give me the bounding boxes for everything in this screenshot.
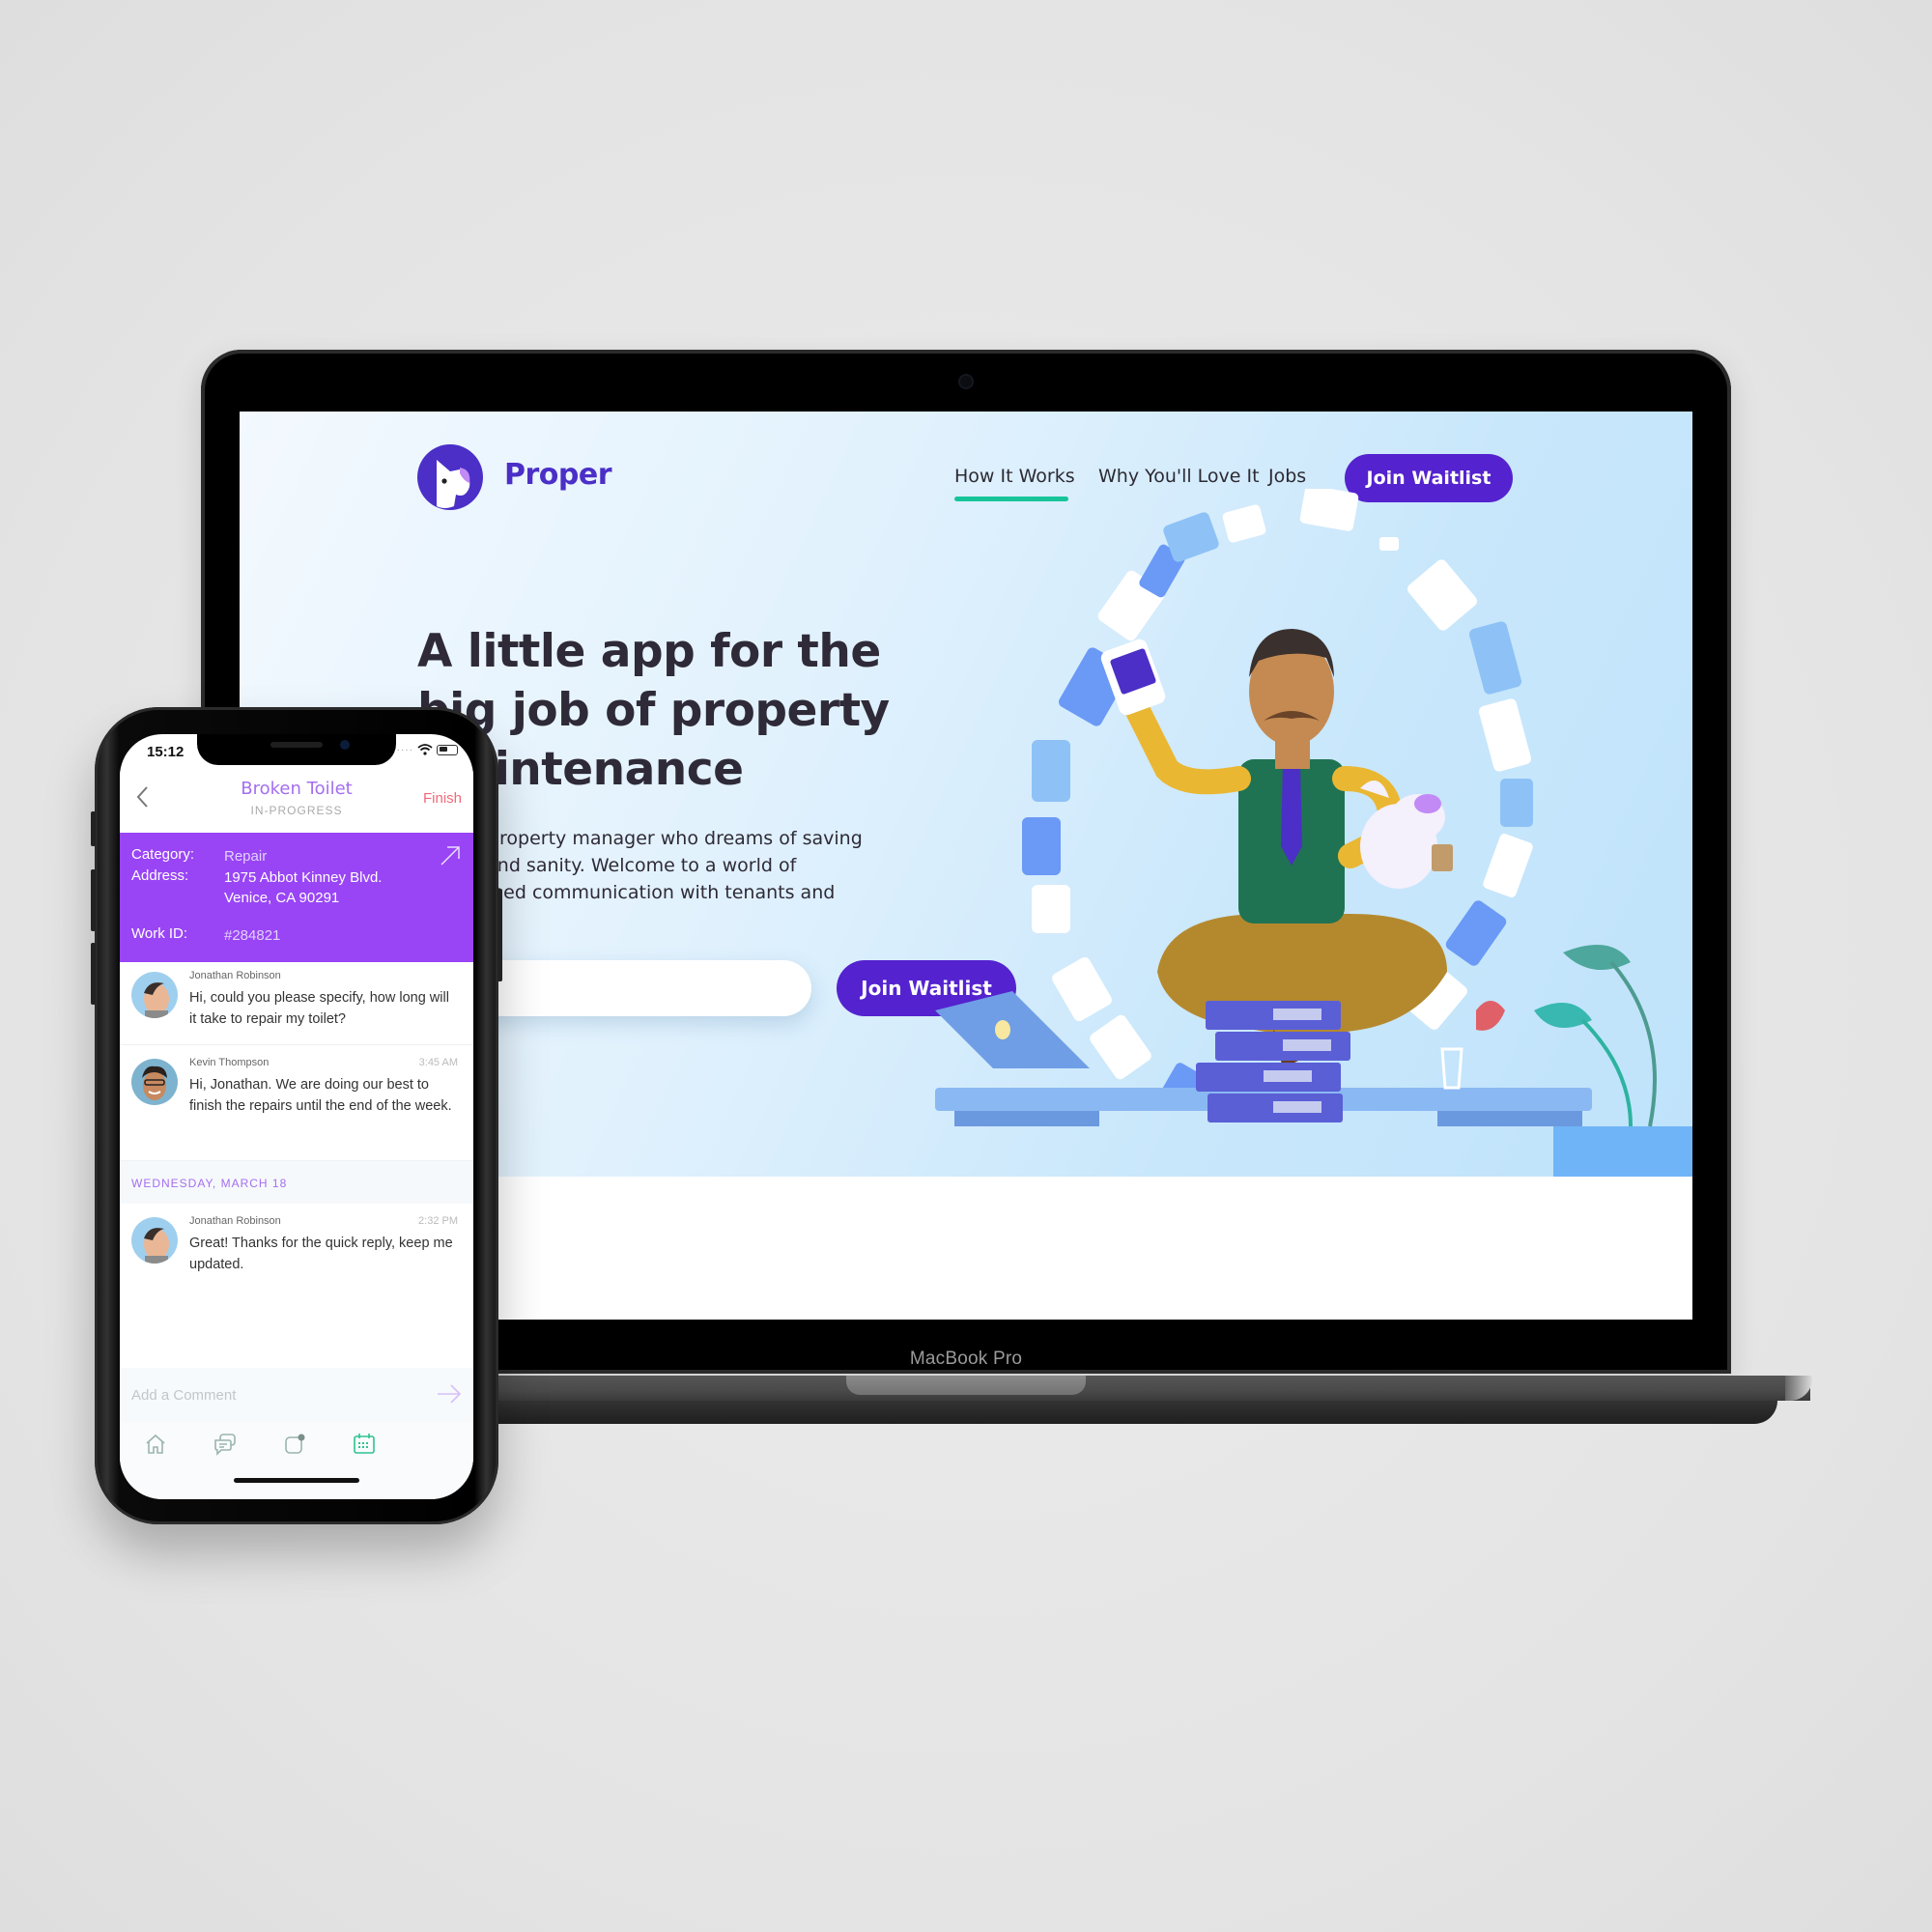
laptop-model-label: MacBook Pro	[909, 1349, 1023, 1369]
wifi-icon	[417, 744, 433, 755]
hero-illustration	[935, 489, 1692, 1177]
message-author: Jonathan Robinson	[189, 970, 281, 981]
front-camera	[340, 740, 350, 750]
phone-screen: 15:12 ···· Broken Toilet IN-PROGRESS Fin…	[120, 734, 473, 1499]
home-icon[interactable]	[143, 1432, 168, 1457]
avatar-kevin-icon	[131, 1059, 178, 1105]
address-line-1: 1975 Abbot Kinney Blvd.	[224, 869, 383, 886]
chat-icon[interactable]	[213, 1432, 238, 1457]
job-status: IN-PROGRESS	[250, 804, 343, 817]
phone-volume-up	[91, 869, 96, 931]
comment-input[interactable]	[131, 1383, 402, 1406]
speaker-grille	[270, 742, 323, 748]
brand-name[interactable]: Proper	[504, 458, 612, 492]
battery-icon	[437, 744, 458, 755]
laptop-camera	[960, 376, 972, 387]
avatar	[131, 1059, 178, 1105]
message-item: Jonathan Robinson 2:32 PM Great! Thanks …	[120, 1204, 473, 1291]
avatar	[131, 972, 178, 1018]
open-external-icon[interactable]	[439, 844, 462, 867]
app-header: Broken Toilet IN-PROGRESS Finish	[120, 771, 473, 833]
job-details-card: Category: Repair Address: 1975 Abbot Kin…	[120, 833, 473, 962]
message-time: 3:45 AM	[418, 1057, 458, 1068]
nav-jobs[interactable]: Jobs	[1268, 466, 1306, 487]
message-author: Kevin Thompson	[189, 1057, 270, 1068]
work-id-label: Work ID:	[131, 925, 188, 942]
nav-how-it-works[interactable]: How It Works	[954, 466, 1075, 487]
date-divider: WEDNESDAY, MARCH 18	[120, 1161, 473, 1204]
tab-bar	[120, 1422, 473, 1499]
address-label: Address:	[131, 867, 189, 884]
status-time: 15:12	[147, 744, 185, 760]
notification-icon[interactable]	[282, 1432, 307, 1457]
message-author: Jonathan Robinson	[189, 1215, 281, 1227]
avatar-jonathan-icon	[131, 972, 178, 1018]
nav-why-youll-love-it[interactable]: Why You'll Love It	[1098, 466, 1260, 487]
signal-icon: ····	[396, 744, 413, 755]
phone-side-button	[497, 889, 502, 981]
finish-button[interactable]: Finish	[423, 790, 462, 807]
phone-volume-down	[91, 943, 96, 1005]
comment-bar	[120, 1368, 473, 1422]
send-arrow-icon[interactable]	[437, 1383, 462, 1405]
home-indicator[interactable]	[234, 1478, 359, 1483]
avatar	[131, 1217, 178, 1264]
message-item: Kevin Thompson 3:45 AM Hi, Jonathan. We …	[120, 1045, 473, 1161]
address-value: 1975 Abbot Kinney Blvd. Venice, CA 90291	[224, 867, 382, 908]
avatar-jonathan-icon	[131, 1217, 178, 1264]
phone-notch	[197, 734, 396, 765]
proper-logo[interactable]	[417, 444, 483, 510]
message-text: Hi, could you please specify, how long w…	[189, 990, 449, 1027]
address-line-2: Venice, CA 90291	[224, 890, 340, 906]
message-text: Hi, Jonathan. We are doing our best to f…	[189, 1077, 452, 1114]
message-text: Great! Thanks for the quick reply, keep …	[189, 1236, 453, 1272]
job-title: Broken Toilet	[241, 779, 353, 799]
category-label: Category:	[131, 846, 195, 863]
phone-mute-switch	[91, 811, 96, 846]
binder-stack	[1196, 1001, 1350, 1122]
message-time: 2:32 PM	[418, 1215, 458, 1227]
job-work-id-row: Work ID: #284821	[131, 925, 280, 946]
laptop-open-groove	[846, 1376, 1086, 1395]
job-address-row: Address: 1975 Abbot Kinney Blvd. Venice,…	[131, 867, 382, 908]
calendar-icon[interactable]	[352, 1432, 377, 1457]
category-value: Repair	[224, 848, 268, 865]
job-category-row: Category: Repair	[131, 846, 267, 867]
status-icons: ····	[397, 744, 458, 755]
message-item: Jonathan Robinson Hi, could you please s…	[120, 962, 473, 1045]
work-id-value: #284821	[224, 927, 281, 944]
